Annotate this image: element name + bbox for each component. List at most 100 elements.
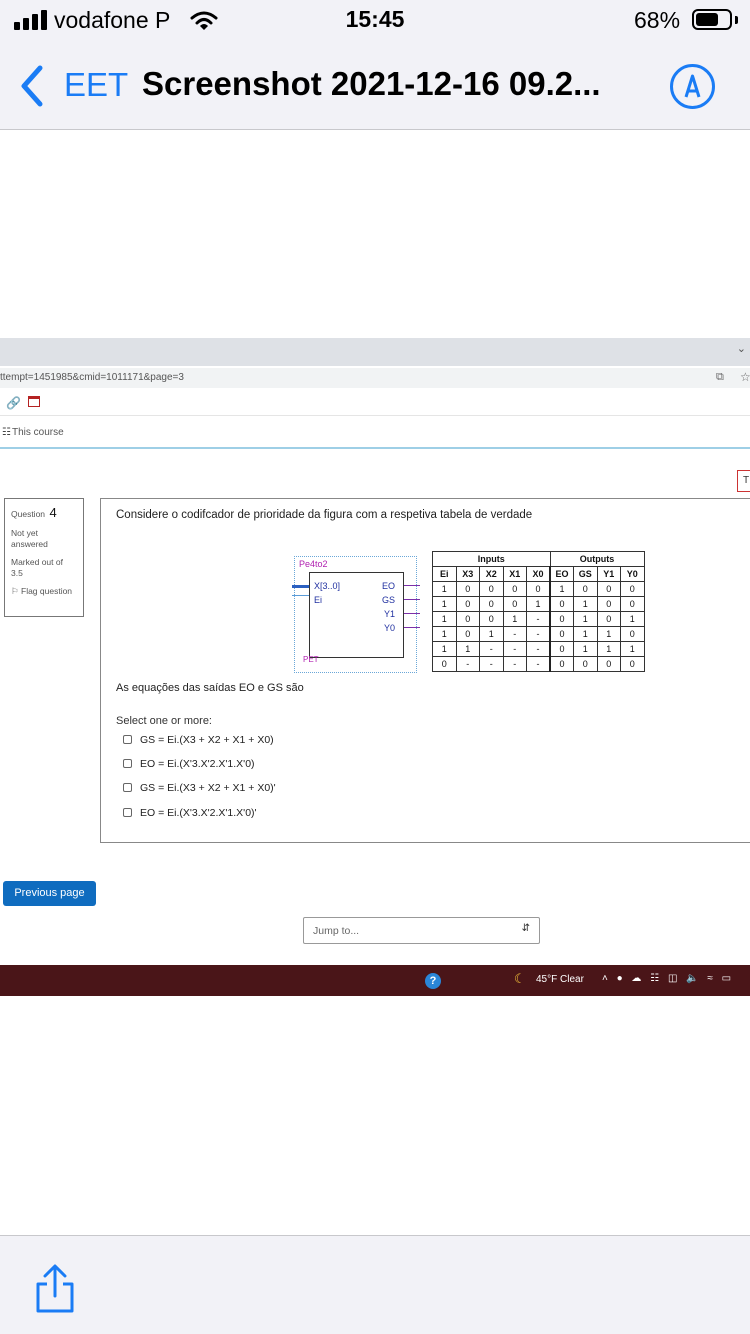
previous-page-button[interactable]: Previous page (3, 881, 96, 906)
block-name: Pe4to2 (299, 559, 328, 569)
jump-to-label: Jump to... (313, 925, 360, 937)
pin-y1: Y1 (383, 609, 395, 619)
share-icon[interactable] (33, 1264, 77, 1319)
table-cell: 0 (596, 596, 621, 612)
weather-label: 45°F Clear (536, 974, 584, 985)
option-3-checkbox[interactable] (123, 783, 132, 792)
column-header: Y1 (596, 566, 621, 582)
table-cell: - (455, 656, 480, 672)
input-bus-wire (292, 585, 309, 588)
bottom-toolbar (0, 1235, 750, 1334)
table-cell: 0 (549, 656, 574, 672)
table-cell: 0 (549, 611, 574, 627)
help-icon: ? (425, 973, 441, 989)
pin-y0: Y0 (383, 623, 395, 633)
flag-question-link[interactable]: ⚐ Flag question (11, 586, 77, 597)
table-cell: 0 (455, 626, 480, 642)
page-title: Screenshot 2021-12-16 09.2... (142, 65, 601, 102)
table-cell: 0 (549, 596, 574, 612)
moon-icon: ☾ (514, 971, 526, 986)
select-label: Select one or more: (116, 715, 212, 727)
output-wire-gs (404, 599, 420, 600)
table-cell: 1 (573, 596, 598, 612)
outputs-header: Outputs (549, 551, 645, 567)
markup-icon[interactable] (670, 64, 715, 109)
question-label: Question (11, 509, 46, 519)
table-cell: 0 (620, 581, 645, 597)
question-box: Considere o codifcador de prioridade da … (100, 498, 750, 843)
share-page-icon: ⧉ (716, 371, 724, 383)
question-marks: Marked out of 3.5 (11, 557, 63, 578)
back-button[interactable]: EET (64, 66, 128, 104)
option-4[interactable]: EO = Ei.(X'3.X'2.X'1.X'0)' (123, 807, 257, 819)
pin-gs: GS (381, 595, 395, 605)
column-header: X1 (502, 566, 527, 582)
status-bar: vodafone P 15:45 68% (0, 0, 750, 44)
table-cell: 1 (596, 641, 621, 657)
table-cell: 0 (455, 611, 480, 627)
table-cell: 0 (479, 581, 504, 597)
column-header: X2 (479, 566, 504, 582)
option-2[interactable]: EO = Ei.(X'3.X'2.X'1.X'0) (123, 758, 255, 770)
table-cell: 0 (455, 581, 480, 597)
table-cell: 0 (549, 626, 574, 642)
table-row: 1001-0101 (432, 611, 645, 627)
table-cell: 0 (596, 656, 621, 672)
table-cell: 0 (502, 581, 527, 597)
option-3-label: GS = Ei.(X3 + X2 + X1 + X0)' (140, 782, 276, 794)
system-tray-icons: ˄ ● ☁ ☷ ◫ 🔈 ≈ ▭ (602, 973, 735, 984)
table-cell: 0 (455, 596, 480, 612)
column-header: X3 (455, 566, 480, 582)
table-cell: 1 (526, 596, 551, 612)
windows-taskbar: ? ☾ 45°F Clear ˄ ● ☁ ☷ ◫ 🔈 ≈ ▭ (0, 965, 750, 996)
jump-to-select[interactable]: Jump to... ⇵ (303, 917, 540, 944)
sitemap-icon: ☷ (2, 427, 11, 438)
option-1-checkbox[interactable] (123, 735, 132, 744)
option-3[interactable]: GS = Ei.(X3 + X2 + X1 + X0)' (123, 782, 276, 794)
table-cell: 0 (479, 596, 504, 612)
table-row: 0----0000 (432, 656, 645, 672)
table-cell: 1 (596, 626, 621, 642)
option-4-checkbox[interactable] (123, 808, 132, 817)
table-cell: - (526, 656, 551, 672)
option-1-label: GS = Ei.(X3 + X2 + X1 + X0) (140, 734, 274, 746)
option-2-checkbox[interactable] (123, 759, 132, 768)
link-icon: 🔗 (6, 396, 21, 410)
pin-eo: EO (381, 581, 395, 591)
table-cell: 0 (502, 596, 527, 612)
option-4-label: EO = Ei.(X'3.X'2.X'1.X'0)' (140, 807, 257, 819)
battery-icon (692, 9, 732, 30)
table-cell: 1 (573, 641, 598, 657)
table-cell: 0 (573, 581, 598, 597)
table-cell: 1 (432, 581, 457, 597)
table-cell: 1 (573, 626, 598, 642)
address-bar: ttempt=1451985&cmid=1011171&page=3 ⧉ ☆ (0, 368, 750, 388)
table-cell: 1 (502, 611, 527, 627)
table-row: 101--0110 (432, 626, 645, 642)
star-icon: ☆ (740, 370, 750, 384)
question-text: Considere o codifcador de prioridade da … (116, 509, 533, 521)
table-cell: - (479, 656, 504, 672)
pin-ei: Ei (314, 595, 323, 605)
moodle-toolbar: 🔗 (0, 390, 750, 416)
table-cell: 1 (479, 626, 504, 642)
encoder-block-figure: Pe4to2 X[3..0] Ei EO GS Y1 Y0 PET (292, 556, 420, 673)
table-cell: 1 (432, 626, 457, 642)
option-1[interactable]: GS = Ei.(X3 + X2 + X1 + X0) (123, 734, 274, 746)
navigation-bar: EET Screenshot 2021-12-16 09.2... (0, 44, 750, 130)
output-wire-y1 (404, 613, 420, 614)
table-cell: - (526, 641, 551, 657)
table-cell: 0 (596, 611, 621, 627)
side-tab: T (737, 470, 750, 492)
chevron-down-icon: ⌄ (736, 343, 746, 355)
select-arrows-icon: ⇵ (521, 923, 530, 934)
question-prompt: As equações das saídas EO e GS são (116, 682, 304, 694)
truth-table-body: 1000010001000101001001-0101101--011011--… (432, 581, 645, 672)
table-cell: 0 (620, 596, 645, 612)
question-status: Not yet answered (11, 528, 48, 549)
table-cell: - (502, 656, 527, 672)
battery-percent: 68% (634, 7, 681, 33)
block-body: X[3..0] Ei EO GS Y1 Y0 (309, 572, 404, 658)
back-chevron-icon[interactable] (18, 64, 46, 113)
inputs-header: Inputs (432, 551, 551, 567)
